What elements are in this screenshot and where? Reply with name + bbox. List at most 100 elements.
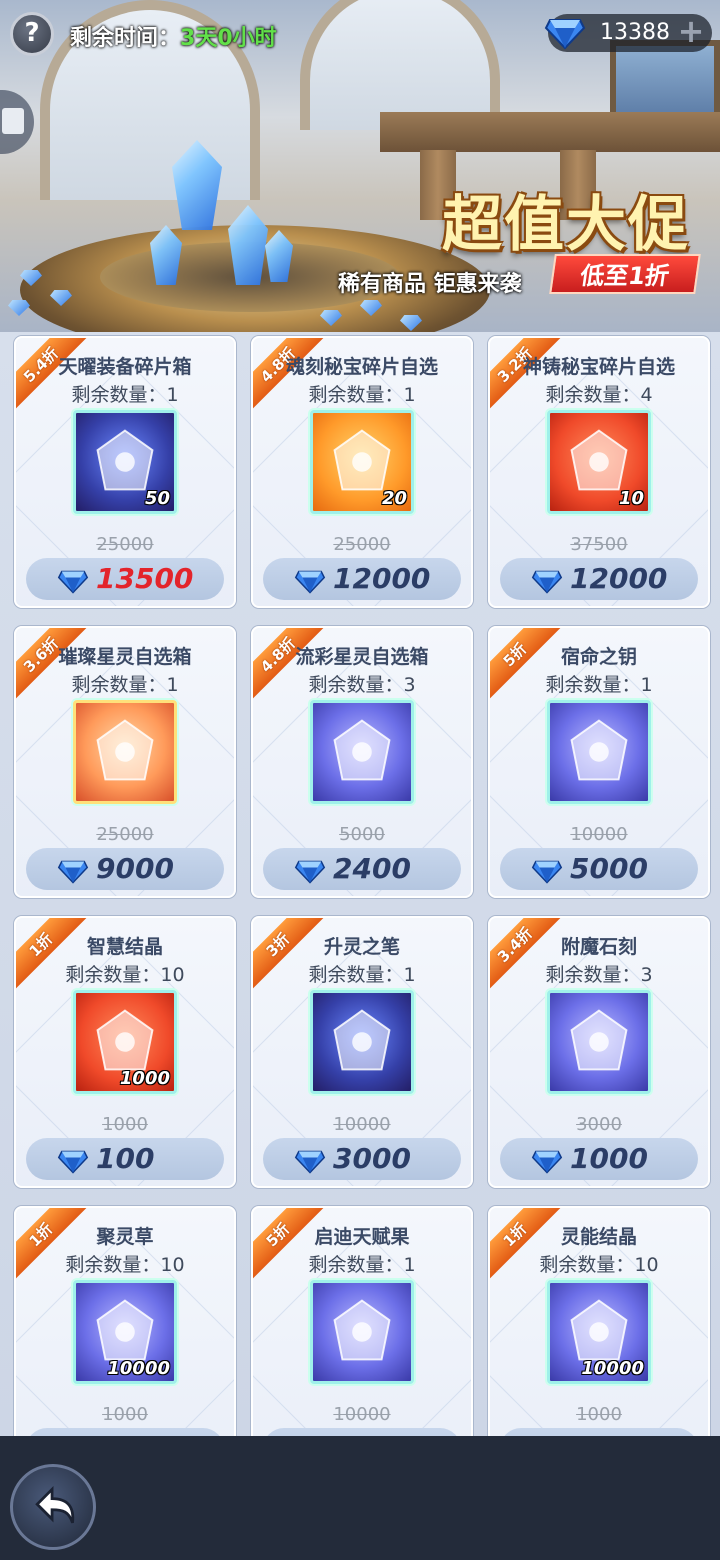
shop-item-card[interactable]: 1折 灵能结晶 剩余数量：10 10000 1000 [488,1206,710,1436]
item-remaining-qty: 剩余数量：10 [65,1254,185,1276]
diamond-icon [294,570,326,594]
diamond-icon [531,570,563,594]
original-price: 3000 [576,1114,622,1135]
buy-button[interactable]: 9000 [26,848,224,890]
item-image[interactable]: 1000 [73,990,177,1094]
item-remaining-qty: 剩余数量：3 [545,964,653,986]
item-remaining-qty: 剩余数量：1 [308,1254,416,1276]
currency-display: 13388 + [544,14,712,52]
shop-item-card[interactable]: 4.8折 流彩星灵自选箱 剩余数量：3 5000 2400 [251,626,473,898]
buy-button[interactable] [26,1428,224,1436]
diamond-icon [531,860,563,884]
item-image[interactable]: 10000 [73,1280,177,1384]
shop-grid: 5.4折 天曜装备碎片箱 剩余数量：1 50 25000 13500 4.8折 魂刻秘宝碎片自… [0,332,720,1436]
shop-item-card[interactable]: 1折 聚灵草 剩余数量：10 10000 1000 [14,1206,236,1436]
item-count: 10000 [107,1358,170,1379]
shop-item-card[interactable]: 3.6折 璀璨星灵自选箱 剩余数量：1 25000 9000 [14,626,236,898]
background-window [610,40,720,120]
shop-item-card[interactable]: 5折 启迪天赋果 剩余数量：1 10000 [251,1206,473,1436]
item-count: 10 [618,488,644,509]
shop-item-card[interactable]: 3.2折 神铸秘宝碎片自选 剩余数量：4 10 37500 12000 [488,336,710,608]
original-price: 1000 [576,1404,622,1425]
item-glyph [333,1299,391,1361]
diamond-icon [531,1150,563,1174]
shop-item-card[interactable]: 4.8折 魂刻秘宝碎片自选 剩余数量：1 20 25000 12000 [251,336,473,608]
item-remaining-qty: 剩余数量：3 [308,674,416,696]
buy-button[interactable] [500,1428,698,1436]
remaining-time: 剩余时间：3天0小时 [70,20,277,52]
shop-item-card[interactable]: 3.4折 附魔石刻 剩余数量：3 3000 1000 [488,916,710,1188]
item-name: 升灵之笔 [323,936,400,958]
item-image[interactable] [73,700,177,804]
sale-price: 13500 [96,562,194,595]
item-count: 1000 [119,1068,170,1089]
side-menu-button[interactable] [0,90,34,154]
sale-price: 12000 [570,562,668,595]
sale-price: 9000 [96,852,174,885]
diamond-icon [57,860,89,884]
item-image[interactable] [547,990,651,1094]
item-remaining-qty: 剩余数量：10 [65,964,185,986]
diamond-icon [294,1150,326,1174]
original-price: 1000 [102,1114,148,1135]
promo-banner: ? 剩余时间：3天0小时 13388 + 超值大促 稀有商品 钜惠来袭 低至1折 [0,0,720,335]
item-remaining-qty: 剩余数量：1 [308,384,416,406]
buy-button[interactable]: 100 [26,1138,224,1180]
item-remaining-qty: 剩余数量：1 [308,964,416,986]
original-price: 1000 [102,1404,148,1425]
buy-button[interactable] [263,1428,461,1436]
diamond-icon [57,570,89,594]
item-image[interactable] [310,990,414,1094]
shop-item-card[interactable]: 1折 智慧结晶 剩余数量：10 1000 1000 100 [14,916,236,1188]
buy-button[interactable]: 1000 [500,1138,698,1180]
buy-button[interactable]: 5000 [500,848,698,890]
sale-price: 5000 [570,852,648,885]
item-glyph [570,719,628,781]
item-image[interactable]: 50 [73,410,177,514]
original-price: 10000 [333,1404,391,1425]
background-counter [380,112,720,152]
timer-label: 剩余时间： [70,26,181,51]
sale-price: 100 [96,1142,155,1175]
item-image[interactable]: 20 [310,410,414,514]
item-image[interactable] [310,1280,414,1384]
item-image[interactable] [310,700,414,804]
item-count: 20 [381,488,407,509]
shop-item-card[interactable]: 5折 宿命之钥 剩余数量：1 10000 5000 [488,626,710,898]
buy-button[interactable]: 12000 [500,558,698,600]
timer-value: 3天0小时 [180,26,277,51]
item-name: 宿命之钥 [560,646,637,668]
item-name: 魂刻秘宝碎片自选 [285,356,438,378]
item-glyph [333,1009,391,1071]
shop-item-card[interactable]: 5.4折 天曜装备碎片箱 剩余数量：1 50 25000 13500 [14,336,236,608]
item-glyph [96,719,154,781]
item-name: 神铸秘宝碎片自选 [522,356,675,378]
item-image[interactable]: 10 [547,410,651,514]
diamond-icon [294,860,326,884]
original-price: 5000 [339,824,385,845]
buy-button[interactable]: 2400 [263,848,461,890]
buy-button[interactable]: 13500 [26,558,224,600]
promo-title: 超值大促 [442,190,690,260]
add-currency-button[interactable]: + [676,15,706,47]
shop-item-card[interactable]: 3折 升灵之笔 剩余数量：1 10000 3000 [251,916,473,1188]
item-name: 智慧结晶 [86,936,163,958]
promo-subtitle: 稀有商品 钜惠来袭 [338,272,522,297]
item-name: 启迪天赋果 [314,1226,410,1248]
item-remaining-qty: 剩余数量：1 [71,384,179,406]
back-button[interactable] [10,1464,96,1550]
item-count: 50 [144,488,170,509]
item-image[interactable]: 10000 [547,1280,651,1384]
buy-button[interactable]: 12000 [263,558,461,600]
original-price: 37500 [570,534,628,555]
item-name: 璀璨星灵自选箱 [58,646,192,668]
item-name: 流彩星灵自选箱 [295,646,429,668]
item-image[interactable] [547,700,651,804]
buy-button[interactable]: 3000 [263,1138,461,1180]
original-price: 10000 [333,1114,391,1135]
bottom-bar [0,1436,720,1560]
item-name: 聚灵草 [96,1226,154,1248]
help-button[interactable]: ? [10,12,54,56]
gem-icon [8,300,30,316]
item-remaining-qty: 剩余数量：1 [545,674,653,696]
